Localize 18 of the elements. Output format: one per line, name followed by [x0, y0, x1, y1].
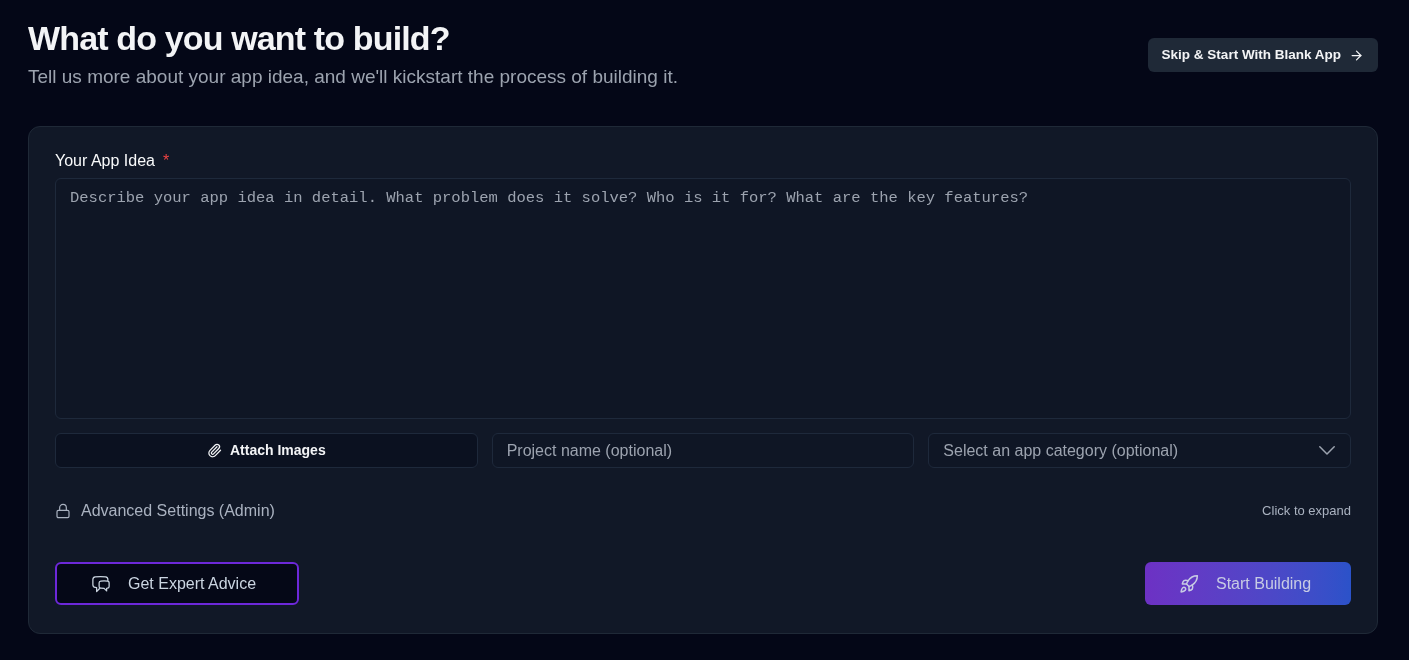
expert-advice-button[interactable]: Get Expert Advice: [55, 562, 299, 605]
required-mark: *: [162, 151, 170, 171]
project-name-field[interactable]: Project name (optional): [491, 433, 915, 468]
advanced-settings-toggle[interactable]: Advanced Settings (Admin): [55, 499, 275, 523]
rocket-icon: [1179, 573, 1199, 594]
attach-images-button[interactable]: Attach Images: [55, 433, 478, 468]
chevron-down-icon: [1319, 446, 1335, 455]
skip-button[interactable]: Skip & Start With Blank App: [1147, 38, 1378, 72]
idea-textarea[interactable]: Describe your app idea in detail. What problem does it solve? Who is it for? What are the key features?: [55, 178, 1351, 419]
field-label: Your App Idea: [55, 151, 155, 171]
arrow-right-icon: [1349, 47, 1364, 63]
page-title: What do you want to build?: [28, 18, 451, 58]
category-select[interactable]: Select an app category (optional): [928, 433, 1351, 468]
paperclip-icon: [206, 443, 222, 458]
chat-bubbles-icon: [91, 573, 111, 594]
lock-icon: [55, 503, 71, 519]
page-subtitle: Tell us more about your app idea, and we'll kickstart the process of building it.: [28, 65, 678, 89]
expand-hint: Click to expand: [1262, 502, 1351, 521]
